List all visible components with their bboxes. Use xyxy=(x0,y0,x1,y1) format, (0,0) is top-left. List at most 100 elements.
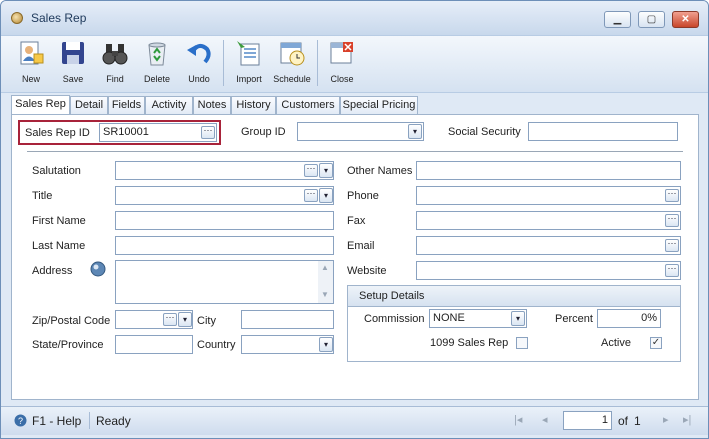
state-field[interactable] xyxy=(115,335,193,354)
tab-activity[interactable]: Activity xyxy=(145,96,193,114)
fax-lookup-button[interactable]: ··· xyxy=(665,214,679,227)
sales-rep-1099-label: 1099 Sales Rep xyxy=(430,337,509,349)
last-page-icon[interactable]: ▸| xyxy=(683,413,691,426)
status-text: Ready xyxy=(96,414,131,428)
tab-history[interactable]: History xyxy=(231,96,276,114)
zip-dropdown[interactable]: ▾ xyxy=(178,312,192,327)
sales-rep-id-field[interactable]: SR10001 xyxy=(99,123,217,142)
first-name-field[interactable] xyxy=(115,211,334,230)
group-id-label: Group ID xyxy=(241,126,286,138)
import-button[interactable]: Import xyxy=(229,38,269,88)
page-number-field[interactable]: 1 xyxy=(563,411,612,430)
divider xyxy=(27,151,683,152)
percent-field[interactable]: 0% xyxy=(597,309,661,328)
group-id-dropdown[interactable]: ▾ xyxy=(408,124,422,139)
salutation-select[interactable] xyxy=(115,161,334,180)
city-field[interactable] xyxy=(241,310,334,329)
toolbar-separator xyxy=(223,40,224,86)
tab-detail[interactable]: Detail xyxy=(70,96,108,114)
title-label: Title xyxy=(32,190,53,202)
save-label: Save xyxy=(62,74,84,84)
next-page-icon[interactable]: ▸ xyxy=(663,413,669,426)
group-id-select[interactable] xyxy=(297,122,424,141)
map-icon[interactable] xyxy=(90,261,106,277)
other-names-field[interactable] xyxy=(416,161,681,180)
state-label: State/Province xyxy=(32,339,104,351)
previous-page-icon[interactable]: ◂ xyxy=(542,413,548,426)
zip-lookup-button[interactable]: ··· xyxy=(163,313,177,326)
phone-lookup-button[interactable]: ··· xyxy=(665,189,679,202)
tab-special-pricing[interactable]: Special Pricing xyxy=(340,96,418,114)
salutation-lookup-button[interactable]: ··· xyxy=(304,164,318,177)
schedule-label: Schedule xyxy=(273,74,311,84)
website-field[interactable] xyxy=(416,261,681,280)
title-select[interactable] xyxy=(115,186,334,205)
fax-field[interactable] xyxy=(416,211,681,230)
email-label: Email xyxy=(347,240,375,252)
new-icon xyxy=(20,41,44,65)
website-label: Website xyxy=(347,265,387,277)
address-field[interactable] xyxy=(115,260,334,304)
app-icon xyxy=(11,12,23,24)
close-icon xyxy=(330,42,353,64)
city-label: City xyxy=(197,315,216,327)
toolbar: New Save Find Delete Undo Import Schedul… xyxy=(1,35,708,93)
undo-button[interactable]: Undo xyxy=(179,38,219,88)
address-scrollbar[interactable]: ▲ ▼ xyxy=(318,261,333,303)
tab-fields[interactable]: Fields xyxy=(108,96,145,114)
active-label: Active xyxy=(601,337,631,349)
last-name-label: Last Name xyxy=(32,240,86,252)
salutation-label: Salutation xyxy=(32,165,81,177)
tab-customers[interactable]: Customers xyxy=(276,96,340,114)
country-dropdown[interactable]: ▾ xyxy=(319,337,333,352)
delete-button[interactable]: Delete xyxy=(137,38,177,88)
title-dropdown[interactable]: ▾ xyxy=(319,188,333,203)
new-button[interactable]: New xyxy=(11,38,51,88)
commission-label: Commission xyxy=(364,313,425,325)
close-button[interactable]: Close xyxy=(322,38,362,88)
email-lookup-button[interactable]: ··· xyxy=(665,239,679,252)
phone-field[interactable] xyxy=(416,186,681,205)
help-label[interactable]: F1 - Help xyxy=(32,414,81,428)
other-names-label: Other Names xyxy=(347,165,413,177)
schedule-button[interactable]: Schedule xyxy=(272,38,312,88)
maximize-button[interactable]: ▢ xyxy=(638,11,665,28)
setup-details-group: Setup Details Commission NONE ▾ Percent … xyxy=(347,285,681,362)
tab-sales-rep[interactable]: Sales Rep xyxy=(11,95,70,115)
social-security-label: Social Security xyxy=(448,126,521,138)
total-pages: 1 xyxy=(634,414,641,428)
active-checkbox[interactable]: ✓ xyxy=(650,337,662,349)
help-icon[interactable]: ? xyxy=(14,414,27,427)
social-security-field[interactable] xyxy=(528,122,678,141)
sales-rep-1099-checkbox[interactable] xyxy=(516,337,528,349)
status-bar: ? F1 - Help Ready |◂ ◂ 1 of 1 ▸ ▸| xyxy=(1,406,708,435)
svg-text:?: ? xyxy=(18,416,23,426)
undo-icon xyxy=(187,44,211,64)
find-button[interactable]: Find xyxy=(95,38,135,88)
import-label: Import xyxy=(236,74,262,84)
email-field[interactable] xyxy=(416,236,681,255)
of-label: of xyxy=(618,414,629,428)
salutation-dropdown[interactable]: ▾ xyxy=(319,163,333,178)
first-page-icon[interactable]: |◂ xyxy=(514,413,522,426)
title-lookup-button[interactable]: ··· xyxy=(304,189,318,202)
percent-label: Percent xyxy=(555,313,593,325)
scroll-down-icon: ▼ xyxy=(321,290,329,299)
commission-dropdown[interactable]: ▾ xyxy=(511,311,525,326)
sales-rep-panel: Sales Rep ID SR10001 ··· Group ID ▾ Soci… xyxy=(11,114,699,400)
window-title: Sales Rep xyxy=(31,11,87,25)
sales-rep-id-label: Sales Rep ID xyxy=(25,127,90,139)
delete-label: Delete xyxy=(143,74,170,84)
title-bar: Sales Rep ▁ ▢ ✕ xyxy=(1,1,708,35)
minimize-button[interactable]: ▁ xyxy=(604,11,631,28)
sales-rep-id-lookup-button[interactable]: ··· xyxy=(201,126,215,139)
save-button[interactable]: Save xyxy=(53,38,93,88)
phone-label: Phone xyxy=(347,190,379,202)
save-icon xyxy=(62,42,84,64)
scroll-up-icon: ▲ xyxy=(321,263,329,272)
tab-notes[interactable]: Notes xyxy=(193,96,231,114)
recycle-bin-icon xyxy=(148,42,166,66)
last-name-field[interactable] xyxy=(115,236,334,255)
website-lookup-button[interactable]: ··· xyxy=(665,264,679,277)
close-window-button[interactable]: ✕ xyxy=(672,11,699,28)
